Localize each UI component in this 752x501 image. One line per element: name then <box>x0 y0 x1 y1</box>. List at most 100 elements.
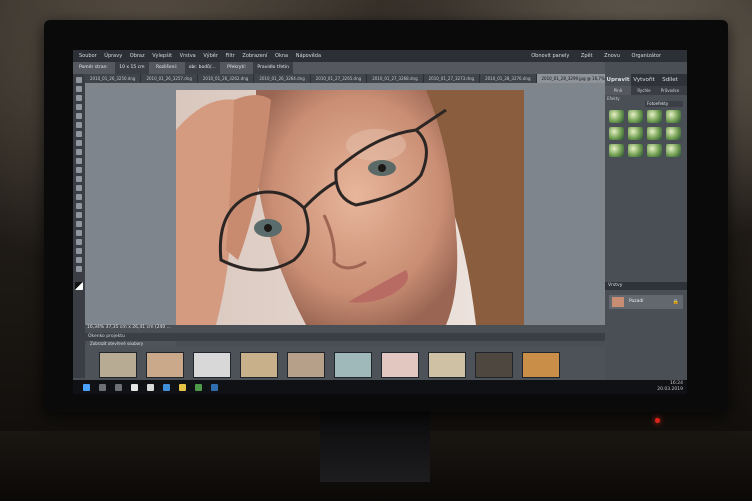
effect-thumbnail[interactable] <box>647 110 662 123</box>
eyedropper-tool-icon[interactable] <box>76 104 82 110</box>
resolution-select[interactable]: obr. bodů/... <box>184 62 220 74</box>
hand-tool-icon[interactable] <box>76 95 82 101</box>
tab-upravit[interactable]: Upravit <box>605 74 631 86</box>
photoshop-elements-icon[interactable] <box>211 384 218 391</box>
document-tabs: 2010_01_26_3250.dng 2010_01_26_3257.dng 20… <box>85 74 605 83</box>
blur-tool-icon[interactable] <box>76 248 82 254</box>
search-icon[interactable] <box>99 384 106 391</box>
effect-thumbnail[interactable] <box>609 144 624 157</box>
smart-brush-icon[interactable] <box>76 266 82 272</box>
magic-wand-tool-icon[interactable] <box>76 131 82 137</box>
edge-icon[interactable] <box>163 384 170 391</box>
lock-icon: 🔒 <box>672 299 679 305</box>
redo-button[interactable]: Znovu <box>604 50 620 62</box>
doc-tab[interactable]: 2010_01_26_3257.dng <box>141 74 198 83</box>
project-bin <box>85 347 605 380</box>
lasso-tool-icon[interactable] <box>76 122 82 128</box>
menu-item-zobrazeni[interactable]: Zobrazení <box>242 50 267 62</box>
menu-item-napoveda[interactable]: Nápověda <box>296 50 321 62</box>
aspect-select[interactable]: 10 x 15 cm <box>115 62 149 74</box>
aspect-label: Poměr stran: <box>79 65 108 70</box>
brush-tool-icon[interactable] <box>76 212 82 218</box>
menu-item-vylepsit[interactable]: Vylepšit <box>152 50 172 62</box>
menu-item-obraz[interactable]: Obraz <box>130 50 145 62</box>
doc-tab[interactable]: 2010_01_27_3273.dng <box>424 74 481 83</box>
paint-bucket-icon[interactable] <box>76 221 82 227</box>
mail-icon[interactable] <box>147 384 154 391</box>
effect-thumbnail[interactable] <box>666 110 681 123</box>
move-tool-icon[interactable] <box>76 77 82 83</box>
effects-select[interactable]: Fotoefekty <box>645 101 683 107</box>
chrome-icon[interactable] <box>195 384 202 391</box>
status-bar: 16,34% 37,35 cm x 26,41 cm (240 ... <box>87 325 171 330</box>
menu-item-filtr[interactable]: Filtr <box>225 50 234 62</box>
redeye-tool-icon[interactable] <box>76 167 82 173</box>
effect-thumbnail[interactable] <box>666 144 681 157</box>
bin-thumbnail[interactable] <box>522 352 560 378</box>
bin-thumbnail[interactable] <box>381 352 419 378</box>
crop-tool-icon[interactable] <box>76 158 82 164</box>
menu-item-okna[interactable]: Okna <box>275 50 288 62</box>
bin-thumbnail[interactable] <box>428 352 466 378</box>
effect-thumbnail[interactable] <box>647 127 662 140</box>
menu-right: Obnovit panely Zpět Znovu Organizátor <box>521 50 661 62</box>
effect-thumbnail[interactable] <box>609 127 624 140</box>
subtab-rychle[interactable]: Rychle <box>631 86 657 95</box>
overlay-label: Překrytí: <box>227 65 246 70</box>
selection-brush-icon[interactable] <box>76 140 82 146</box>
sponge-tool-icon[interactable] <box>76 257 82 263</box>
doc-tab[interactable]: 2010_01_26_3262.dng <box>198 74 255 83</box>
tab-sdilet[interactable]: Sdílet <box>657 74 683 86</box>
eraser-tool-icon[interactable] <box>76 194 82 200</box>
bin-thumbnail[interactable] <box>99 352 137 378</box>
subtab-plne[interactable]: Plně <box>605 86 631 95</box>
organizer-button[interactable]: Organizátor <box>632 50 661 62</box>
undo-button[interactable]: Zpět <box>581 50 593 62</box>
effect-thumbnail[interactable] <box>628 110 643 123</box>
menu-item-vyber[interactable]: Výběr <box>203 50 218 62</box>
effect-thumbnail[interactable] <box>628 127 643 140</box>
bin-thumbnail[interactable] <box>193 352 231 378</box>
effect-thumbnail[interactable] <box>609 110 624 123</box>
effect-thumbnail[interactable] <box>666 127 681 140</box>
doc-tab[interactable]: 2010_01_26_3264.dng <box>254 74 311 83</box>
bin-thumbnail[interactable] <box>334 352 372 378</box>
menu-bar: Soubor Úpravy Obraz Vylepšit Vrstva Výbě… <box>73 50 687 62</box>
bin-thumbnail[interactable] <box>146 352 184 378</box>
doc-tab[interactable]: 2010_01_27_3265.dng <box>311 74 368 83</box>
type-tool-icon[interactable] <box>76 149 82 155</box>
bin-thumbnail[interactable] <box>475 352 513 378</box>
marquee-tool-icon[interactable] <box>76 113 82 119</box>
explorer-icon[interactable] <box>179 384 186 391</box>
zoom-tool-icon[interactable] <box>76 86 82 92</box>
doc-tab-active[interactable]: 2010_01_28_3299.jpg @ 16,7% (RGB/8) <box>536 74 605 83</box>
effect-thumbnail[interactable] <box>647 144 662 157</box>
layer-row[interactable]: Pozadí 🔒 <box>609 295 683 309</box>
store-icon[interactable] <box>131 384 138 391</box>
gradient-tool-icon[interactable] <box>76 230 82 236</box>
shape-tool-icon[interactable] <box>76 239 82 245</box>
effect-thumbnail[interactable] <box>628 144 643 157</box>
start-button-icon[interactable] <box>83 384 90 391</box>
bin-thumbnail[interactable] <box>287 352 325 378</box>
taskbar-clock[interactable]: 16:24 20.03.2019 <box>657 381 683 393</box>
subtab-pruvodce[interactable]: Průvodce <box>657 86 683 95</box>
doc-tab[interactable]: 2010_01_27_3268.dng <box>367 74 424 83</box>
menu-item-upravy[interactable]: Úpravy <box>104 50 122 62</box>
bin-thumbnail[interactable] <box>240 352 278 378</box>
document-photo[interactable] <box>176 90 524 325</box>
menu-item-soubor[interactable]: Soubor <box>79 50 97 62</box>
portrait-photo <box>176 90 524 325</box>
color-swatch-icon[interactable] <box>75 282 83 290</box>
tab-vytvorit[interactable]: Vytvořit <box>631 74 657 86</box>
pencil-tool-icon[interactable] <box>76 203 82 209</box>
task-view-icon[interactable] <box>115 384 122 391</box>
clone-stamp-icon[interactable] <box>76 185 82 191</box>
overlay-select[interactable]: Pravidlo třetin <box>253 62 294 74</box>
layer-name: Pozadí <box>629 299 644 304</box>
doc-tab[interactable]: 2010_01_28_3276.dng <box>480 74 537 83</box>
doc-tab[interactable]: 2010_01_26_3250.dng <box>85 74 142 83</box>
reset-panels-button[interactable]: Obnovit panely <box>531 50 569 62</box>
spot-healing-icon[interactable] <box>76 176 82 182</box>
menu-item-vrstva[interactable]: Vrstva <box>180 50 196 62</box>
